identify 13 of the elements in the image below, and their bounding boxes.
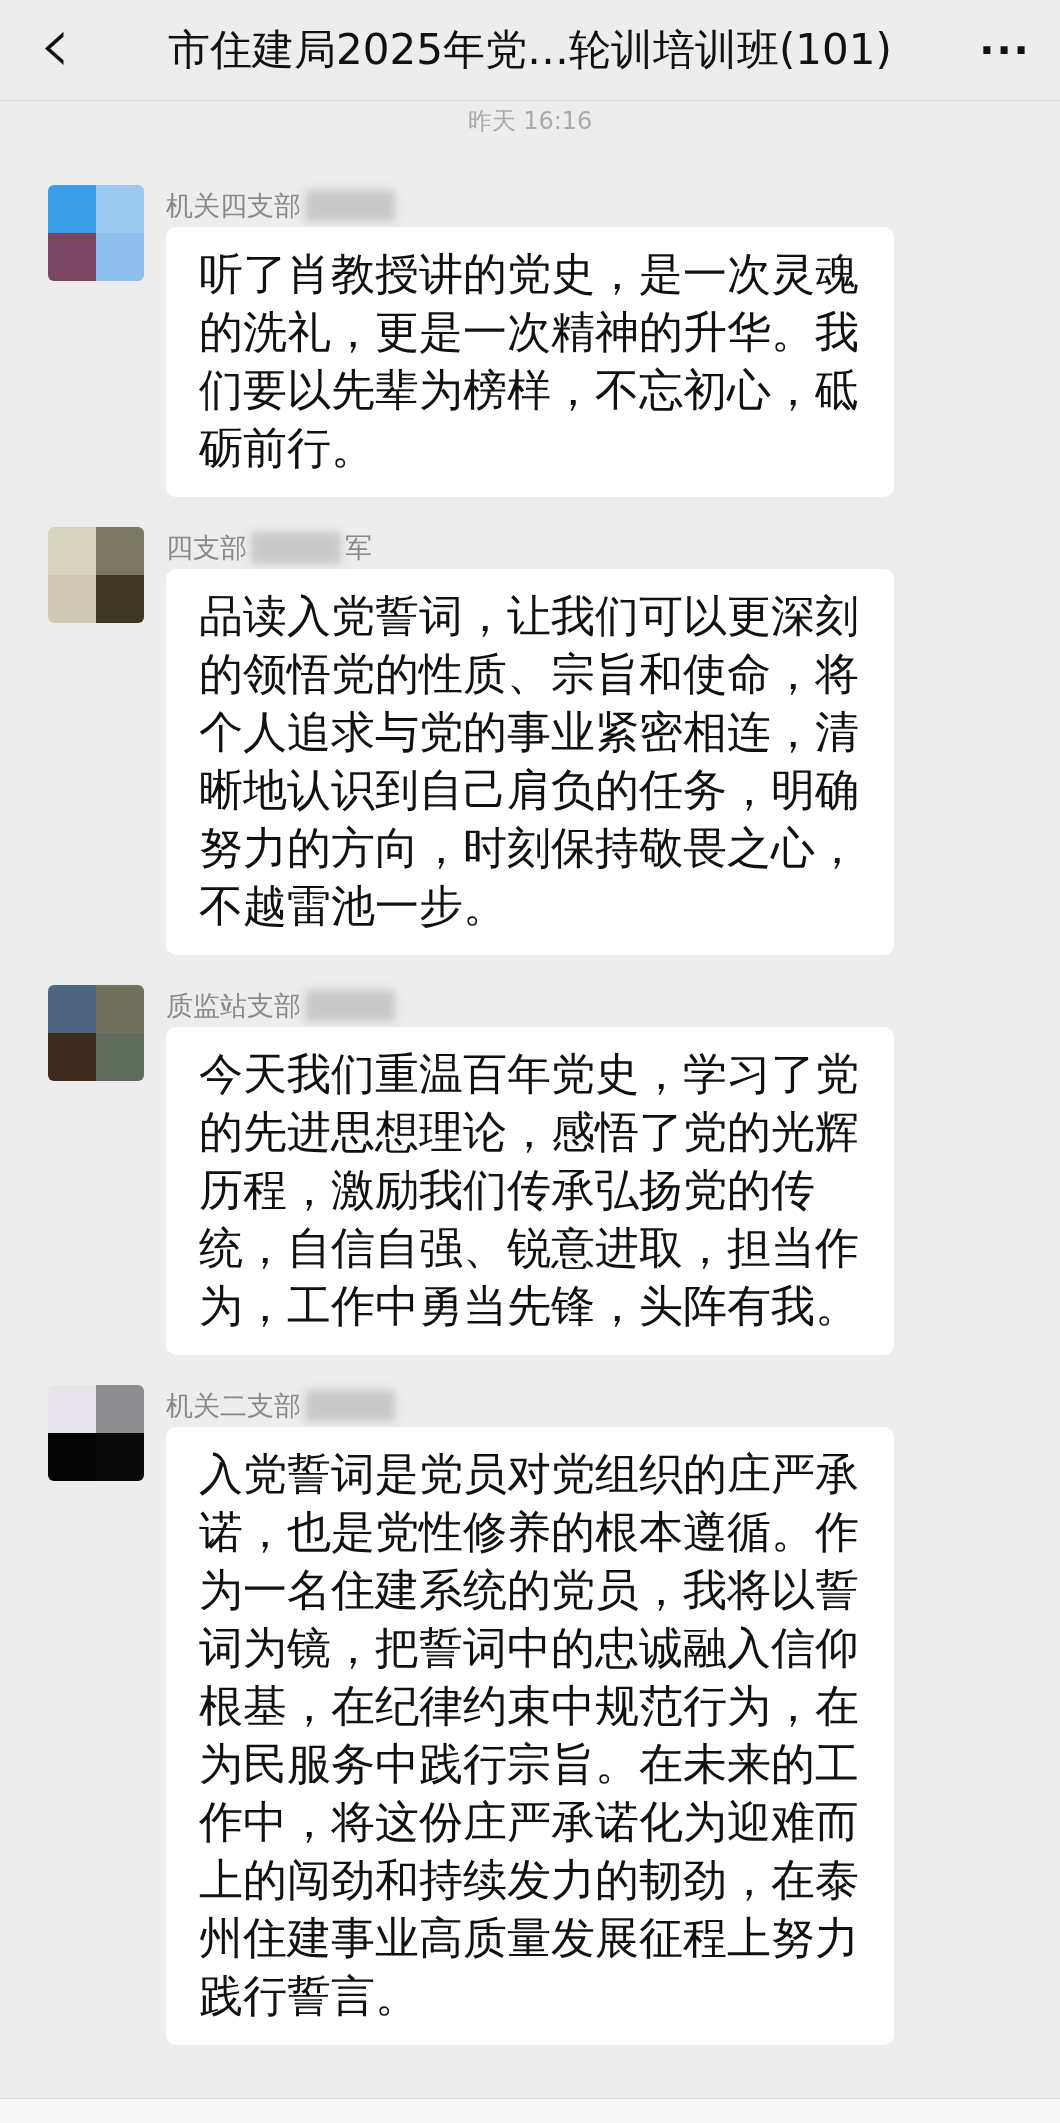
message-bubble: 入党誓词是党员对党组织的庄严承诺，也是党性修养的根本遵循。作为一名住建系统的党员，我将以誓词为镜，把誓词中的忠诚融入信仰根基，在纪律约束中规范行为，在为民服务中践行宗旨。在未来的工作中，将这份庄严承诺化为迎难而上的闯劲和持续发力的韧劲，在泰州住建事业高质量发展征程上努力践行誓言。 [166,1427,894,2045]
sender-name: 机关二支部 [166,1389,301,1423]
chat-title: 市住建局2025年党…轮训培训班(101) [167,24,893,76]
back-button[interactable]: ‹ [0,5,110,95]
sender-name: 质监站支部 [166,989,301,1023]
sender-name: 军 [345,531,372,565]
timestamp: 昨天 16:16 [466,106,594,137]
more-button[interactable]: ··· [950,27,1060,73]
message-bubble: 品读入党誓词，让我们可以更深刻的领悟党的性质、宗旨和使命，将个人追求与党的事业紧密相连，清晰地认识到自己肩负的任务，明确努力的方向，时刻保持敬畏之心，不越雷池一步。 [166,569,894,955]
sender-name: 四支部 [166,531,247,565]
message-bubble: 听了肖教授讲的党史，是一次灵魂的洗礼，更是一次精神的升华。我们要以先辈为榜样，不忘初心，砥砺前行。 [166,227,894,497]
sender-name: 机关四支部 [166,189,301,223]
message-bubble: 今天我们重温百年党史，学习了党的先进思想理论，感悟了党的光辉历程，激励我们传承弘扬党的传统，自信自强、锐意进取，担当作为，工作中勇当先锋，头阵有我。 [166,1027,894,1355]
